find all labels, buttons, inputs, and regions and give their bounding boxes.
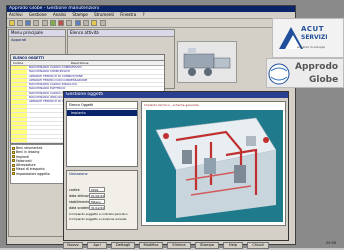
globe-text: Globe: [309, 75, 339, 85]
table-cell-code: [11, 134, 27, 139]
cut-icon[interactable]: [33, 20, 40, 26]
field-data-attivazione-input[interactable]: 01/01/2004: [89, 193, 105, 198]
check-revisione[interactable]: ☑ Impianto soggetto a revisione annuale: [67, 217, 137, 221]
table-cell-code: [11, 126, 27, 130]
main-window: Approdo Globe - Gestione manutenzioni Ar…: [6, 5, 296, 249]
table-cell-code: [11, 96, 27, 100]
left-panel-header: Menu principale: [9, 30, 65, 37]
table-cell-code: [11, 104, 27, 108]
menu-help[interactable]: ?: [142, 12, 144, 18]
print-icon[interactable]: [25, 20, 32, 26]
dialog-tree: Elenco Oggetti Impianto: [66, 101, 138, 167]
field-data-scadenza: data scadenza31/12/2006: [69, 205, 105, 210]
table-cell-code: [11, 87, 27, 91]
calendar-icon[interactable]: [83, 20, 90, 26]
save-icon[interactable]: [16, 20, 23, 26]
menu-analisi[interactable]: Analisi: [53, 12, 66, 18]
object-dialog: Gestione oggetti Elenco Oggetti Impianto…: [63, 91, 289, 241]
column-header-description[interactable]: Descrizione: [71, 61, 88, 65]
dialog-title: Gestione oggetti: [66, 92, 104, 97]
form-section-title: Ubicazione: [69, 172, 88, 176]
open-icon[interactable]: [8, 20, 15, 26]
column-header-code[interactable]: Codice: [13, 61, 23, 65]
menu-archivi[interactable]: Archivi: [9, 12, 23, 18]
table-cell-code: [11, 74, 27, 78]
delete-icon[interactable]: [58, 20, 65, 26]
equipment-thumbnail: [177, 41, 237, 83]
table-cell-code: [11, 108, 27, 113]
table-cell-description: MACCHINARIO COMPLESSIVO: [29, 70, 70, 74]
window-title: Approdo Globe - Gestione manutenzioni: [9, 6, 100, 11]
dialog-form: Ubicazione codice 0001 data attivazione 01…: [66, 170, 138, 230]
menu-bar: Archivi Gestione Analisi Stampe Strument…: [7, 12, 295, 19]
copy-icon[interactable]: [41, 20, 48, 26]
plant-schematic-panel: Impianto termico - schema generale: [141, 101, 286, 226]
menu-finestra[interactable]: Finestra: [120, 12, 136, 18]
acut-tagline: soluzioni di sviluppo: [297, 45, 326, 49]
field-stabilimento-input[interactable]: Milano: [89, 199, 105, 204]
plant-schematic-image: [146, 110, 283, 222]
table-cell-description: APPARATI TERMICI E DI COMBUSTIONE: [29, 74, 83, 78]
tree-item[interactable]: Impostazioni oggetto: [12, 172, 63, 176]
field-data-scadenza-input[interactable]: 31/12/2006: [89, 205, 105, 210]
category-tree: Beni strumentali Beni in leasing Impiant…: [10, 144, 65, 184]
table-cell-code: [11, 117, 27, 121]
paste-icon[interactable]: [49, 20, 56, 26]
acut-subtitle: SERVIZI: [301, 34, 328, 41]
menu-strumenti[interactable]: Strumenti: [94, 12, 114, 18]
table-cell-code: [11, 83, 27, 87]
approdo-globe-logo: Approdo Globe: [266, 58, 344, 88]
table-cell-code: [11, 66, 27, 70]
table-cell-code: [11, 78, 27, 83]
table-cell-description: MACCHINARIO CARICO IDRAULICO: [29, 83, 77, 87]
table-cell-code: [11, 121, 27, 126]
table-cell-code: [11, 100, 27, 104]
table-cell-code: [11, 130, 27, 134]
refresh-icon[interactable]: [74, 20, 81, 26]
acut-title: ACUT: [301, 25, 325, 33]
search-icon[interactable]: [66, 20, 73, 26]
folder-icon[interactable]: [91, 20, 98, 26]
menu-stampe[interactable]: Stampe: [72, 12, 87, 18]
table-cell-code: [11, 113, 27, 117]
table-cell-code: [11, 91, 27, 96]
dialog-tree-root[interactable]: Elenco Oggetti: [67, 102, 137, 109]
menu-gestione[interactable]: Gestione: [29, 12, 47, 18]
table-title: ELENCO OGGETTI: [13, 55, 44, 60]
schematic-title: Impianto termico - schema generale: [144, 103, 199, 107]
status-clock: 09:58: [326, 241, 337, 245]
dialog-tree-selected[interactable]: Impianto: [67, 110, 137, 116]
dialog-title-bar[interactable]: Gestione oggetti: [64, 92, 288, 98]
center-panel-header: Elenco attività: [68, 30, 174, 37]
help-icon[interactable]: [99, 20, 106, 26]
bottom-button-bar: Nuovo Apri Dettagli Modifica Elimina Sta…: [63, 242, 295, 250]
table-cell-description: APPARATI TERMICI CON CONDENSAZIONE: [29, 78, 88, 82]
toolbar: [7, 19, 295, 28]
section-label: Apparati: [11, 38, 27, 42]
table-cell-description: MACCHINARIO CARICO COMPLESSIVO: [29, 66, 82, 69]
acut-servizi-logo: ACUT SERVIZI soluzioni di sviluppo: [272, 18, 344, 58]
table-cell-code: [11, 139, 27, 143]
approdo-text: Approdo: [295, 62, 339, 72]
table-cell-code: [11, 70, 27, 74]
field-codice-input[interactable]: 0001: [89, 187, 105, 192]
